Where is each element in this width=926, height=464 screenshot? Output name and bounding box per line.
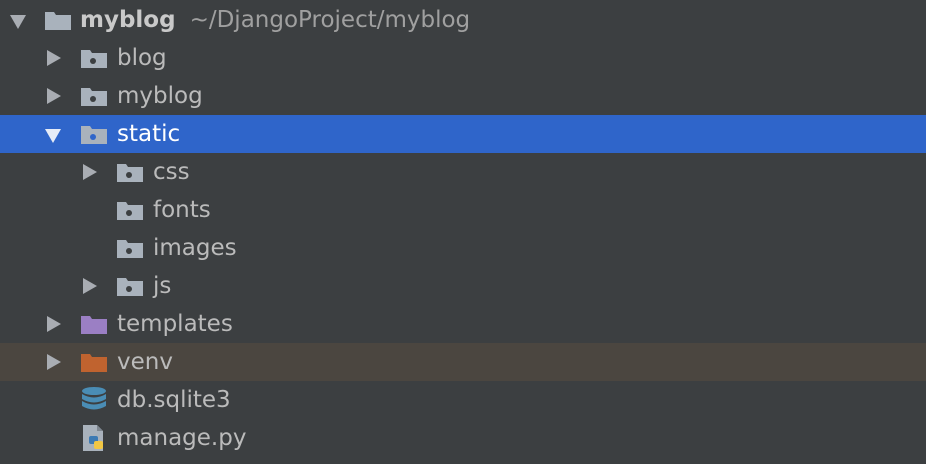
tree-item-label: css: [153, 159, 190, 185]
tree-row-js[interactable]: js: [0, 267, 926, 305]
source-folder-icon: [117, 202, 143, 220]
chevron-right-icon[interactable]: [83, 164, 97, 180]
source-folder-icon: [117, 240, 143, 258]
source-folder-icon: [117, 278, 143, 296]
tree-item-label: templates: [117, 311, 233, 337]
tree-row-static[interactable]: static: [0, 115, 926, 153]
tree-item-label: manage.py: [117, 425, 247, 451]
tree-row-images[interactable]: images: [0, 229, 926, 267]
source-folder-icon: [117, 164, 143, 182]
tree-row-blog[interactable]: blog: [0, 39, 926, 77]
source-folder-icon: [81, 88, 107, 106]
source-folder-icon: [81, 126, 107, 144]
chevron-right-icon[interactable]: [47, 50, 61, 66]
tree-item-label: js: [153, 273, 172, 299]
tree-item-label: static: [117, 121, 181, 147]
tree-item-label: fonts: [153, 197, 211, 223]
tree-row-templates[interactable]: templates: [0, 305, 926, 343]
tree-item-label: myblog: [117, 83, 203, 109]
source-folder-icon: [81, 50, 107, 68]
chevron-right-icon[interactable]: [47, 88, 61, 104]
root-folder-path: ~/DjangoProject/myblog: [189, 7, 471, 33]
tree-row-root-myblog[interactable]: myblog ~/DjangoProject/myblog: [0, 1, 926, 39]
folder-icon: [45, 12, 71, 30]
tree-item-label: venv: [117, 349, 173, 375]
chevron-down-icon[interactable]: [10, 15, 26, 29]
templates-folder-icon: [81, 316, 107, 334]
chevron-right-icon[interactable]: [47, 354, 61, 370]
tree-row-fonts[interactable]: fonts: [0, 191, 926, 229]
tree-row-css[interactable]: css: [0, 153, 926, 191]
project-tree: myblog ~/DjangoProject/myblog blog myblog…: [0, 0, 926, 464]
tree-row-venv[interactable]: venv: [0, 343, 926, 381]
tree-item-label: db.sqlite3: [117, 387, 231, 413]
root-folder-name: myblog: [80, 7, 176, 33]
tree-row-db-sqlite3[interactable]: db.sqlite3: [0, 381, 926, 419]
excluded-folder-icon: [81, 354, 107, 372]
tree-item-label: blog: [117, 45, 167, 71]
python-file-icon: [83, 425, 103, 451]
tree-row-myblog[interactable]: myblog: [0, 77, 926, 115]
chevron-right-icon[interactable]: [83, 278, 97, 294]
chevron-right-icon[interactable]: [47, 316, 61, 332]
tree-item-label: images: [153, 235, 237, 261]
tree-row-manage-py[interactable]: manage.py: [0, 419, 926, 457]
database-icon: [82, 387, 106, 410]
chevron-down-icon[interactable]: [45, 129, 61, 143]
